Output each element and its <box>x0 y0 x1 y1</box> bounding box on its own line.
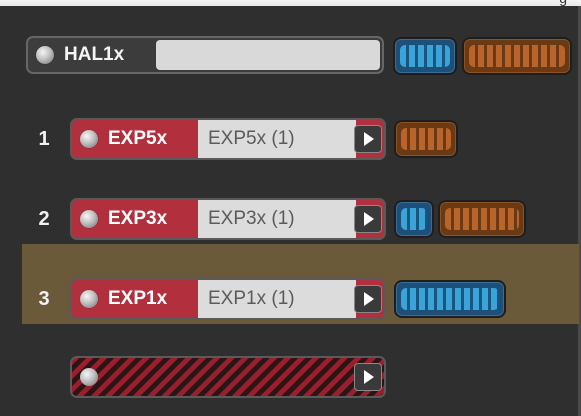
status-led-icon <box>80 290 98 308</box>
exp3-blue-module-strip[interactable] <box>394 280 506 318</box>
row-number: 3 <box>38 288 50 310</box>
expand-arrow-button[interactable] <box>354 205 382 233</box>
expander-row-1[interactable]: EXP5x EXP5x (1) <box>70 118 386 160</box>
row-number: 2 <box>38 208 50 230</box>
expander-label: EXP1x <box>108 288 168 309</box>
hal-name-field[interactable] <box>156 40 380 70</box>
orange-module-bars-icon <box>445 208 519 230</box>
expander-label: EXP5x <box>108 128 168 149</box>
hal-blue-module-strip[interactable] <box>393 37 457 75</box>
expand-arrow-button[interactable] <box>354 363 382 391</box>
top-window-bar: g <box>0 0 581 6</box>
status-led-icon <box>80 130 98 148</box>
exp2-blue-module-strip[interactable] <box>394 200 434 238</box>
exp1-orange-module-strip[interactable] <box>394 120 458 158</box>
expand-arrow-button[interactable] <box>354 285 382 313</box>
expander-row-2[interactable]: EXP3x EXP3x (1) <box>70 198 386 240</box>
hal-label: HAL1x <box>64 44 125 65</box>
empty-expander-slot[interactable] <box>70 356 386 398</box>
row-number: 1 <box>38 128 50 150</box>
orange-module-bars-icon <box>469 45 565 67</box>
blue-module-bars-icon <box>401 208 427 230</box>
hal-orange-module-strip[interactable] <box>462 37 572 75</box>
exp2-orange-module-strip[interactable] <box>438 200 526 238</box>
header-fragment-text: g <box>559 0 567 6</box>
status-led-icon <box>80 368 98 386</box>
expander-name-field[interactable]: EXP5x (1) <box>198 120 356 158</box>
status-led-icon <box>36 46 54 64</box>
blue-module-bars-icon <box>400 45 450 67</box>
expander-row-3[interactable]: EXP1x EXP1x (1) <box>70 278 386 320</box>
expand-arrow-button[interactable] <box>354 125 382 153</box>
expander-label: EXP3x <box>108 208 168 229</box>
hal-device-box[interactable]: HAL1x <box>26 36 384 74</box>
orange-module-bars-icon <box>401 128 451 150</box>
blue-module-bars-icon <box>401 288 499 310</box>
expander-name-field[interactable]: EXP3x (1) <box>198 200 356 238</box>
status-led-icon <box>80 210 98 228</box>
expander-name-field[interactable]: EXP1x (1) <box>198 280 356 318</box>
